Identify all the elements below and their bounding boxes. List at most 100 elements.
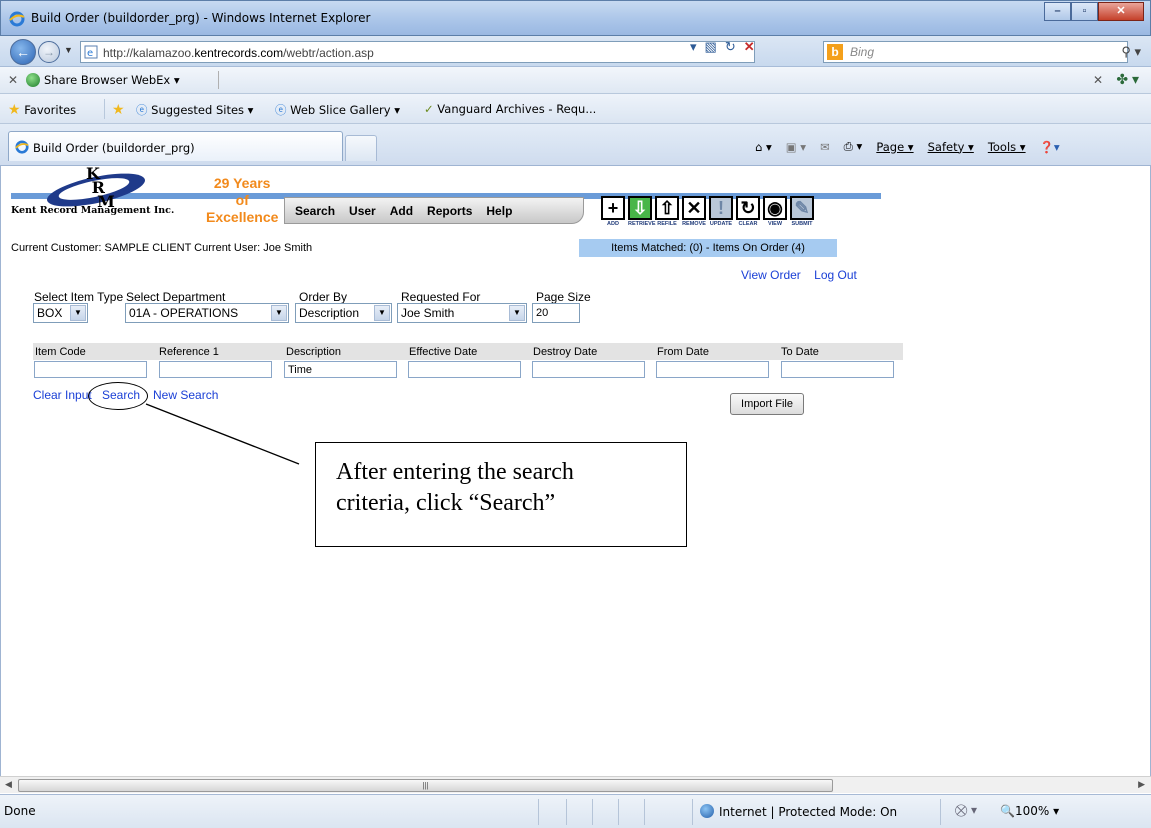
toolbar-caption: UPDATE xyxy=(709,221,733,227)
search-placeholder: Bing xyxy=(850,45,875,59)
view-icon: ◉ xyxy=(763,196,787,220)
toolbar-caption: ADD xyxy=(607,221,619,227)
menu-add[interactable]: Add xyxy=(390,204,413,218)
print-icon[interactable]: ⎙ ▾ xyxy=(844,139,863,154)
protected-mode-icon[interactable]: ⛒ ▾ xyxy=(955,803,977,818)
submit-button[interactable]: ✎ SUBMIT xyxy=(790,196,814,228)
scroll-thumb[interactable]: ||| xyxy=(18,779,833,792)
toolbar-caption: REMOVE xyxy=(682,221,706,227)
share-browser-button[interactable]: Share Browser WebEx ▾ xyxy=(44,73,180,87)
close-toolbar-icon[interactable]: ✕ xyxy=(8,73,18,87)
security-zone[interactable]: Internet | Protected Mode: On xyxy=(700,804,897,819)
refresh-icon[interactable]: ↻ xyxy=(725,39,736,55)
forward-arrow-icon: → xyxy=(43,45,55,59)
clear-button[interactable]: ↻ CLEAR xyxy=(736,196,760,228)
fav-suggested-sites[interactable]: ⓔ Suggested Sites ▾ xyxy=(136,102,253,118)
forward-button[interactable]: → xyxy=(38,41,60,63)
stop-icon[interactable]: ✕ xyxy=(744,39,755,55)
toolbar-caption: CLEAR xyxy=(738,221,758,227)
view-order-link[interactable]: View Order xyxy=(741,268,801,282)
ie-page-icon: ⓔ xyxy=(275,103,287,117)
chevron-down-icon: ▼ xyxy=(509,305,525,321)
bing-icon: b xyxy=(827,44,843,60)
compatibility-icon[interactable]: ▧ xyxy=(705,39,717,55)
search-icon[interactable]: ⚲ ▾ xyxy=(1121,44,1141,60)
maximize-button[interactable]: ▫ xyxy=(1071,2,1098,21)
history-dropdown-icon[interactable]: ▼ xyxy=(64,45,73,55)
header-destroy-date: Destroy Date xyxy=(533,346,598,358)
requested-for-label: Requested For xyxy=(401,290,481,304)
divider xyxy=(218,71,219,89)
destroy-date-field[interactable] xyxy=(532,361,645,378)
ie-logo-icon xyxy=(9,11,25,27)
items-status: Items Matched: (0) - Items On Order (4) xyxy=(579,239,837,257)
zoom-level[interactable]: 🔍100% ▾ xyxy=(1000,804,1059,818)
feeds-icon[interactable]: ▣ ▾ xyxy=(786,140,806,154)
import-file-button[interactable]: Import File xyxy=(730,393,804,415)
page-menu[interactable]: Page ▾ xyxy=(876,140,913,154)
address-row: ← → ▼ e http://kalamazoo.kentrecords.com… xyxy=(0,36,1151,67)
url-text: http://kalamazoo.kentrecords.com/webtr/a… xyxy=(103,46,374,60)
add-icon: + xyxy=(601,196,625,220)
toolbar-caption: REFILE xyxy=(657,221,677,227)
new-tab-button[interactable] xyxy=(345,135,377,161)
remove-icon: ✕ xyxy=(682,196,706,220)
page-size-input[interactable]: 20 xyxy=(532,303,580,323)
callout-line-2: criteria, click “Search” xyxy=(336,490,556,516)
favorites-button[interactable]: ★ Favorites xyxy=(8,102,76,118)
svg-text:e: e xyxy=(87,48,93,59)
header-effective-date: Effective Date xyxy=(409,346,478,358)
addon-icon[interactable]: ✤ ▾ xyxy=(1116,71,1139,88)
log-out-link[interactable]: Log Out xyxy=(814,268,857,282)
clear-icon: ↻ xyxy=(736,196,760,220)
menu-user[interactable]: User xyxy=(349,204,376,218)
header-from-date: From Date xyxy=(657,346,709,358)
refile-button[interactable]: ⇧ REFILE xyxy=(655,196,679,228)
address-bar[interactable]: e http://kalamazoo.kentrecords.com/webtr… xyxy=(80,41,755,63)
chevron-down-icon: ▼ xyxy=(374,305,390,321)
home-icon[interactable]: ⌂ ▾ xyxy=(755,140,772,154)
from-date-field[interactable] xyxy=(656,361,769,378)
add-favorite-icon[interactable]: ★ xyxy=(112,102,125,118)
webex-globe-icon xyxy=(26,73,40,87)
fav-vanguard-archives[interactable]: ✓ Vanguard Archives - Requ... xyxy=(424,102,596,116)
scroll-left-icon[interactable]: ◀ xyxy=(5,779,12,790)
effective-date-field[interactable] xyxy=(408,361,521,378)
help-icon[interactable]: ❓▾ xyxy=(1040,140,1060,154)
update-button[interactable]: ! UPDATE xyxy=(709,196,733,228)
view-button[interactable]: ◉ VIEW xyxy=(763,196,787,228)
update-icon: ! xyxy=(709,196,733,220)
fav-web-slice-gallery[interactable]: ⓔ Web Slice Gallery ▾ xyxy=(275,102,400,118)
scroll-right-icon[interactable]: ▶ xyxy=(1138,779,1145,790)
page-icon: e xyxy=(84,45,98,59)
horizontal-scrollbar[interactable]: ◀ ||| ▶ xyxy=(0,776,1151,793)
callout-line-1: After entering the search xyxy=(336,459,574,485)
tools-menu[interactable]: Tools ▾ xyxy=(988,140,1026,154)
window-title: Build Order (buildorder_prg) - Windows I… xyxy=(31,11,371,25)
page-viewport: K R M Kent Record Management Inc. 29 Yea… xyxy=(0,166,1151,778)
star-icon: ★ xyxy=(8,102,21,118)
menu-reports[interactable]: Reports xyxy=(427,204,472,218)
status-bar: Done Internet | Protected Mode: On ⛒ ▾ 🔍… xyxy=(0,794,1151,828)
safety-menu[interactable]: Safety ▾ xyxy=(928,140,974,154)
address-dropdown-icon[interactable]: ▾ xyxy=(690,39,697,55)
submit-icon: ✎ xyxy=(790,196,814,220)
remove-button[interactable]: ✕ REMOVE xyxy=(682,196,706,228)
minimize-button[interactable]: – xyxy=(1044,2,1071,21)
mail-icon[interactable]: ✉ xyxy=(820,140,830,154)
internet-globe-icon xyxy=(700,804,714,818)
add-button[interactable]: + ADD xyxy=(601,196,625,228)
to-date-field[interactable] xyxy=(781,361,894,378)
search-input[interactable]: b Bing xyxy=(823,41,1128,63)
close-right-icon[interactable]: ✕ xyxy=(1093,73,1103,87)
close-button[interactable]: ✕ xyxy=(1098,2,1144,21)
requested-for-value: Joe Smith xyxy=(401,306,455,320)
retrieve-button[interactable]: ⇩ RETRIEVE xyxy=(628,196,656,228)
callout-box: After entering the search criteria, clic… xyxy=(315,442,687,547)
vanguard-icon: ✓ xyxy=(424,102,434,116)
ie-logo-icon xyxy=(15,140,29,154)
tab-build-order[interactable]: Build Order (buildorder_prg) xyxy=(8,131,343,161)
requested-for-select[interactable]: Joe Smith ▼ xyxy=(397,303,527,323)
menu-help[interactable]: Help xyxy=(486,204,512,218)
back-button[interactable]: ← xyxy=(10,39,36,65)
